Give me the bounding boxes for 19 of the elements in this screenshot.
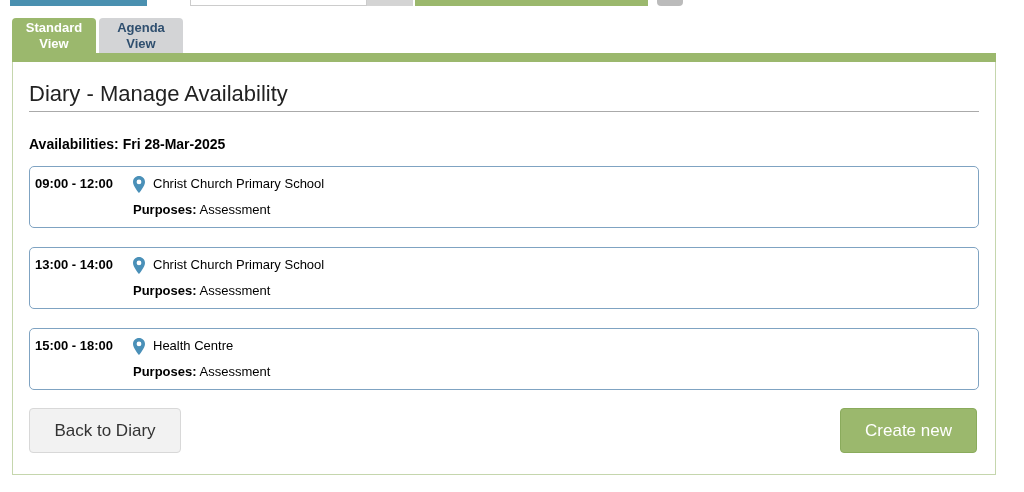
purposes-text: Purposes: Assessment [133, 363, 272, 381]
time-range: 15:00 - 18:00 [35, 337, 115, 355]
time-range: 09:00 - 12:00 [35, 175, 115, 193]
date-heading: Availabilities: Fri 28-Mar-2025 [29, 135, 227, 154]
availability-card[interactable]: 09:00 - 12:00 Christ Church Primary School Purposes: Assessment [29, 166, 979, 228]
location-name: Christ Church Primary School [153, 256, 325, 274]
availability-card[interactable]: 15:00 - 18:00 Health Centre Purposes: Assessment [29, 328, 979, 390]
location-name: Christ Church Primary School [153, 175, 325, 193]
location-pin-icon [133, 256, 145, 274]
location-pin-icon [133, 175, 145, 193]
time-range: 13:00 - 14:00 [35, 256, 115, 274]
purposes-text: Purposes: Assessment [133, 201, 272, 219]
location-pin-icon [133, 337, 145, 355]
view-tab[interactable]: Agenda View [99, 18, 183, 53]
page-title: Diary - Manage Availability [29, 80, 979, 112]
availability-card[interactable]: 13:00 - 14:00 Christ Church Primary School Purposes: Assessment [29, 247, 979, 309]
location-name: Health Centre [153, 337, 234, 355]
back-button[interactable]: Back to Diary [29, 408, 181, 453]
purposes-text: Purposes: Assessment [133, 282, 272, 300]
